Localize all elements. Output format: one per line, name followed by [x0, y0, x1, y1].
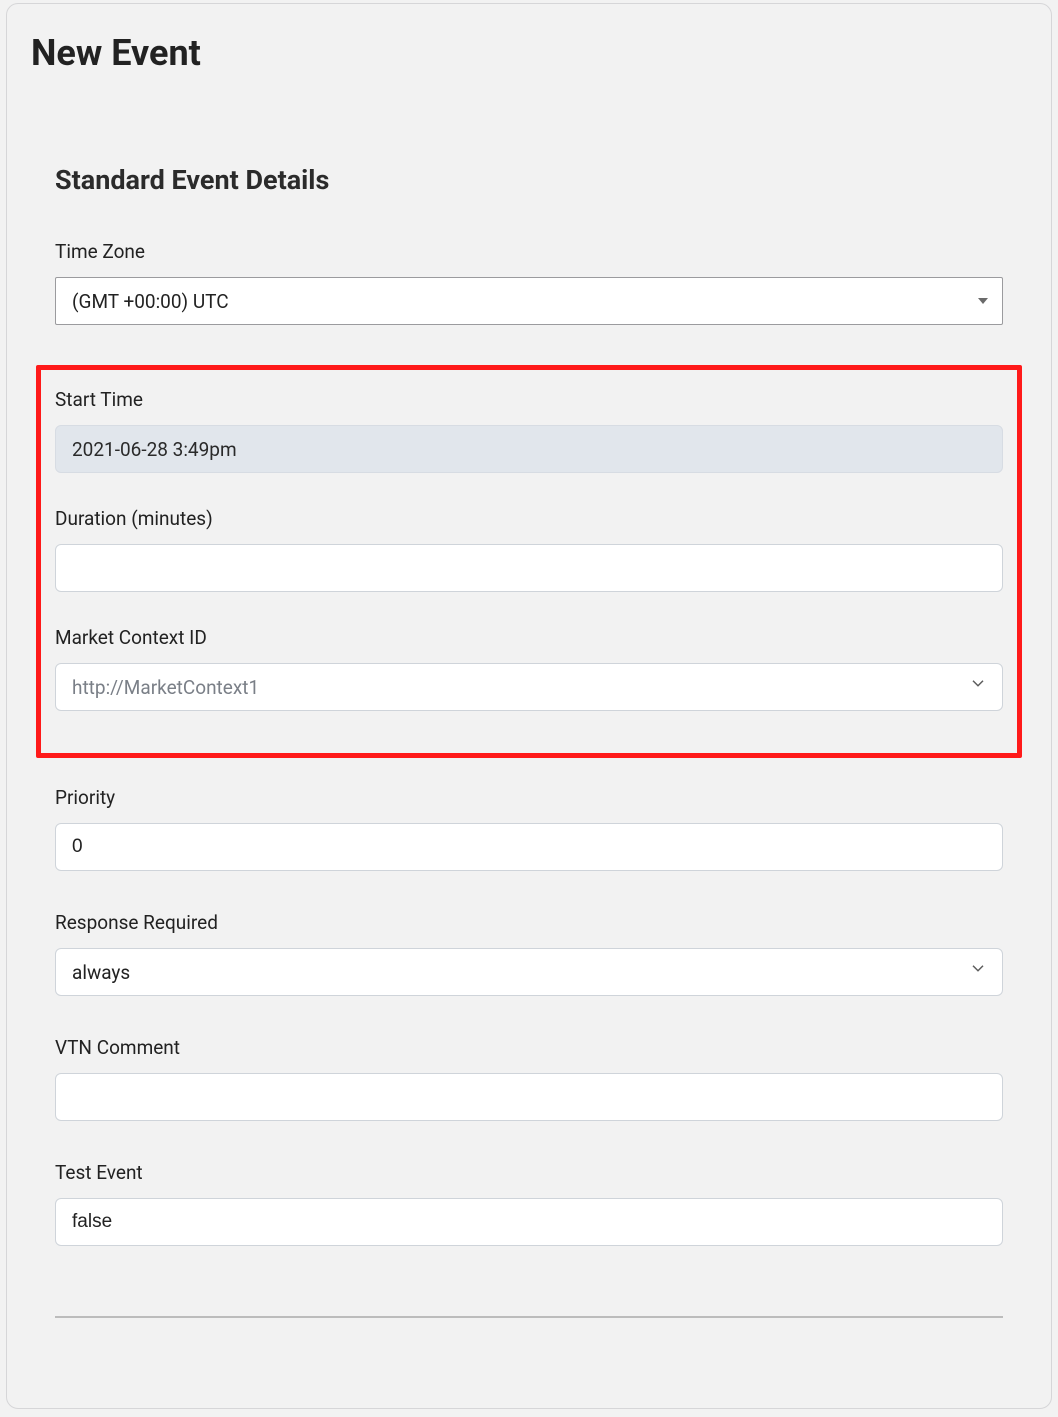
timezone-value: (GMT +00:00) UTC [72, 290, 229, 313]
start-time-value: 2021-06-28 3:49pm [72, 438, 237, 461]
duration-field: Duration (minutes) [55, 507, 1003, 592]
market-context-value: http://MarketContext1 [72, 676, 259, 699]
start-time-field: Start Time 2021-06-28 3:49pm [55, 388, 1003, 473]
start-time-label: Start Time [55, 388, 1003, 411]
priority-label: Priority [55, 786, 1003, 809]
response-required-label: Response Required [55, 911, 1003, 934]
section-divider [55, 1316, 1003, 1318]
test-event-field: Test Event [55, 1161, 1003, 1246]
test-event-label: Test Event [55, 1161, 1003, 1184]
duration-input[interactable] [55, 544, 1003, 592]
highlighted-fields: Start Time 2021-06-28 3:49pm Duration (m… [36, 365, 1022, 758]
chevron-down-icon [978, 298, 988, 304]
section-title: Standard Event Details [55, 164, 1003, 196]
standard-event-section: Standard Event Details Time Zone (GMT +0… [27, 124, 1031, 1246]
priority-field: Priority [55, 786, 1003, 871]
vtn-comment-input[interactable] [55, 1073, 1003, 1121]
timezone-label: Time Zone [55, 240, 1003, 263]
priority-input[interactable] [55, 823, 1003, 871]
market-context-label: Market Context ID [55, 626, 1003, 649]
market-context-field: Market Context ID http://MarketContext1 [55, 626, 1003, 711]
response-required-value: always [72, 961, 130, 984]
response-required-field: Response Required always [55, 911, 1003, 996]
vtn-comment-field: VTN Comment [55, 1036, 1003, 1121]
test-event-input[interactable] [55, 1198, 1003, 1246]
market-context-select[interactable]: http://MarketContext1 [55, 663, 1003, 711]
page-title: New Event [31, 32, 1031, 74]
start-time-input[interactable]: 2021-06-28 3:49pm [55, 425, 1003, 473]
timezone-select[interactable]: (GMT +00:00) UTC [55, 277, 1003, 325]
duration-label: Duration (minutes) [55, 507, 1003, 530]
chevron-down-icon [968, 958, 988, 983]
response-required-select[interactable]: always [55, 948, 1003, 996]
chevron-down-icon [968, 673, 988, 698]
vtn-comment-label: VTN Comment [55, 1036, 1003, 1059]
event-form-card: New Event Standard Event Details Time Zo… [6, 3, 1052, 1409]
timezone-field: Time Zone (GMT +00:00) UTC [55, 240, 1003, 325]
